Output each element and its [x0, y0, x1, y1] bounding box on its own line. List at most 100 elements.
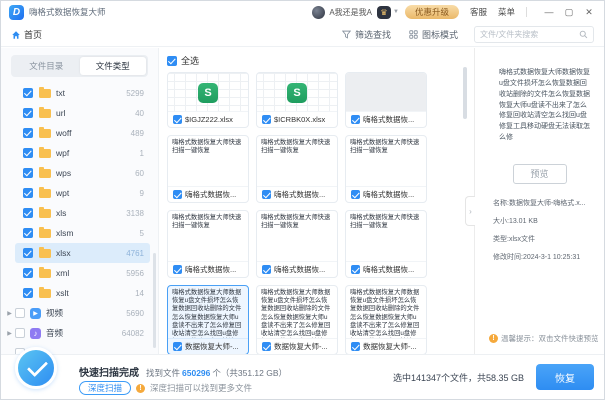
checkbox-checked[interactable] — [23, 248, 33, 258]
app-logo-icon: D — [9, 5, 24, 20]
filter-search-button[interactable]: 筛选查找 — [342, 28, 391, 41]
checkbox-checked[interactable] — [23, 168, 33, 178]
item-count: 489 — [131, 129, 144, 138]
file-card[interactable]: 嗨格式数据恢复大师快速扫描一键恢复 嗨格式数据恢... — [345, 135, 427, 203]
maximize-button[interactable]: ▢ — [562, 5, 576, 19]
file-card[interactable]: 嗨格式数据恢复大师数据恢复u盘文件损坏怎么恢复数据回收站删除的文件怎么恢复数据恢… — [345, 285, 427, 354]
file-checkbox[interactable] — [262, 342, 271, 351]
file-checkbox[interactable] — [262, 190, 271, 199]
sidebar-item-txt[interactable]: txt5299 — [15, 83, 150, 103]
checkbox-checked[interactable] — [23, 188, 33, 198]
file-card[interactable]: 嗨格式数据恢复大师快速扫描一键恢复 嗨格式数据恢... — [167, 135, 249, 203]
search-input[interactable] — [480, 30, 579, 39]
file-checkbox[interactable] — [173, 190, 182, 199]
file-grid-scrollbar[interactable] — [463, 67, 467, 119]
file-name: $ICRBK0X.xlsx — [274, 115, 325, 124]
file-checkbox[interactable] — [173, 115, 182, 124]
file-name: 嗨格式数据恢... — [363, 189, 414, 200]
tab-file-type[interactable]: 文件类型 — [80, 57, 147, 75]
file-checkbox[interactable] — [351, 190, 360, 199]
sheet-thumbnail: S — [257, 73, 337, 111]
sidebar-item-video[interactable]: ▶▶视频5690 — [1, 303, 150, 323]
file-card[interactable]: 嗨格式数据恢复大师快速扫描一键恢复 嗨格式数据恢... — [256, 135, 338, 203]
text-preview: 嗨格式数据恢复大师快速扫描一键恢复 — [257, 136, 337, 186]
file-card[interactable]: 嗨格式数据恢复大师数据恢复u盘文件损坏怎么恢复数据回收站删除的文件怎么恢复数据恢… — [256, 285, 338, 354]
file-card[interactable]: 嗨格式数据恢复大师快速扫描一键恢复 嗨格式数据恢... — [345, 210, 427, 278]
file-checkbox[interactable] — [351, 265, 360, 274]
support-button[interactable]: 客服 — [470, 6, 487, 18]
minimize-button[interactable]: — — [542, 5, 556, 19]
file-checkbox[interactable] — [262, 265, 271, 274]
tab-file-directory[interactable]: 文件目录 — [13, 57, 80, 75]
sidebar-item-wps[interactable]: wps60 — [15, 163, 150, 183]
item-count: 5 — [140, 229, 144, 238]
file-checkbox[interactable] — [351, 342, 360, 351]
checkbox-checked[interactable] — [23, 208, 33, 218]
sidebar-item-xlsm[interactable]: xlsm5 — [15, 223, 150, 243]
checkbox-checked[interactable] — [23, 288, 33, 298]
item-label: xlsx — [56, 248, 71, 258]
sidebar-item-wpf[interactable]: wpf1 — [15, 143, 150, 163]
checkbox-checked[interactable] — [23, 108, 33, 118]
item-count: 4761 — [126, 249, 144, 258]
select-all-checkbox[interactable] — [167, 56, 177, 66]
item-count: 3138 — [126, 209, 144, 218]
checkbox-checked[interactable] — [23, 148, 33, 158]
file-card[interactable]: 嗨格式数据恢复大师快速扫描一键恢复 嗨格式数据恢... — [167, 210, 249, 278]
found-count: 650296 — [182, 368, 210, 378]
sidebar-scrollbar[interactable] — [153, 253, 156, 348]
file-card-selected[interactable]: 嗨格式数据恢复大师数据恢复u盘文件损坏怎么恢复数据回收站删除的文件怎么恢复数据恢… — [167, 285, 249, 354]
menu-button[interactable]: 菜单 — [498, 6, 515, 18]
folder-icon — [39, 169, 51, 178]
select-all[interactable]: 全选 — [167, 53, 476, 68]
checkbox-checked[interactable] — [23, 268, 33, 278]
sidebar-item-woff[interactable]: woff489 — [15, 123, 150, 143]
vip-dropdown-icon[interactable]: ▼ — [393, 9, 399, 15]
upgrade-button[interactable]: 优惠升级 — [405, 5, 459, 19]
sidebar-item-audio[interactable]: ▶♪音频64082 — [1, 323, 150, 343]
select-all-label: 全选 — [181, 54, 199, 67]
item-label: xml — [56, 268, 69, 278]
search-box[interactable] — [474, 26, 594, 43]
home-nav[interactable]: 首页 — [11, 28, 42, 41]
user-avatar[interactable] — [312, 6, 325, 19]
file-name: 数据恢复大师-... — [185, 341, 239, 352]
file-checkbox[interactable] — [351, 115, 360, 124]
username[interactable]: A我还是我A — [329, 7, 372, 18]
expander-icon[interactable]: ▶ — [5, 330, 14, 337]
file-cards-grid: S $IGJZ222.xlsx S $ICRBK0X.xlsx 嗨格式数据恢..… — [167, 72, 476, 354]
funnel-icon — [342, 30, 351, 39]
checkbox-checked[interactable] — [23, 88, 33, 98]
file-checkbox[interactable] — [262, 115, 271, 124]
expander-icon[interactable]: ▶ — [5, 310, 14, 317]
sidebar-item-xls[interactable]: xls3138 — [15, 203, 150, 223]
folder-icon — [39, 209, 51, 218]
sidebar-item-url[interactable]: url40 — [15, 103, 150, 123]
preview-button[interactable]: 预览 — [513, 164, 567, 184]
checkbox-unchecked[interactable] — [15, 308, 25, 318]
file-card[interactable]: S $IGJZ222.xlsx — [167, 72, 249, 128]
checkbox-checked[interactable] — [23, 128, 33, 138]
sidebar-item-xslt[interactable]: xslt14 — [15, 283, 150, 303]
file-checkbox[interactable] — [173, 342, 182, 351]
vip-badge-icon[interactable]: ♛ — [377, 6, 391, 19]
sidebar-item-xml[interactable]: xml5956 — [15, 263, 150, 283]
checkbox-checked[interactable] — [23, 228, 33, 238]
file-name: 嗨格式数据恢... — [185, 189, 236, 200]
checkbox-unchecked[interactable] — [15, 328, 25, 338]
file-card[interactable]: S $ICRBK0X.xlsx — [256, 72, 338, 128]
panel-collapse-handle[interactable]: › — [465, 196, 475, 226]
file-card[interactable]: 嗨格式数据恢复大师快速扫描一键恢复 嗨格式数据恢... — [256, 210, 338, 278]
icon-mode-button[interactable]: 图标模式 — [409, 28, 458, 41]
sidebar-item-wpt[interactable]: wpt9 — [15, 183, 150, 203]
folder-icon — [39, 269, 51, 278]
file-checkbox[interactable] — [173, 265, 182, 274]
found-suffix: 个（共351.12 GB） — [212, 367, 287, 379]
file-card[interactable]: 嗨格式数据恢... — [345, 72, 427, 128]
sidebar-item-xlsx[interactable]: xlsx 4761 — [15, 243, 150, 263]
deep-scan-button[interactable]: 深度扫描 — [79, 381, 131, 395]
panel-tip: ! 温馨提示：双击文件快速预览 — [489, 333, 600, 344]
recover-button[interactable]: 恢复 — [536, 364, 594, 390]
close-button[interactable]: ✕ — [582, 5, 596, 19]
item-count: 64082 — [122, 329, 144, 338]
